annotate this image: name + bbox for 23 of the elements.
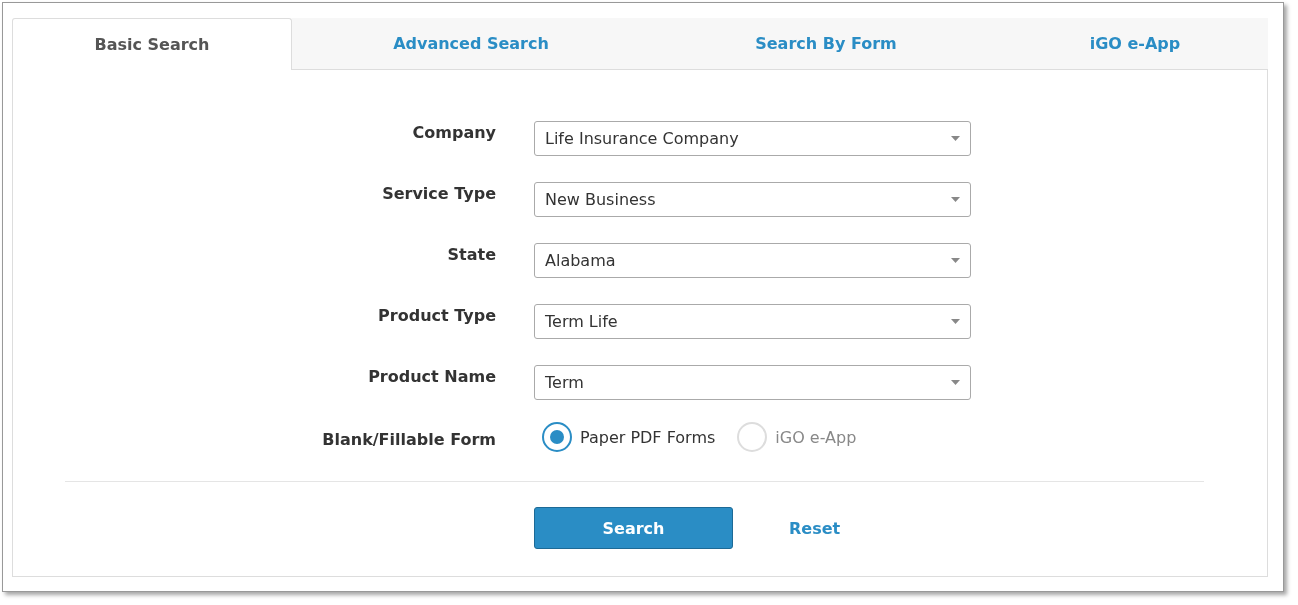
field-label: Service Type (382, 184, 496, 203)
dropdown[interactable]: Term (534, 365, 971, 400)
tab[interactable]: Basic Search (12, 18, 292, 70)
field-label: State (447, 245, 496, 264)
dropdown[interactable]: Life Insurance Company (534, 121, 971, 156)
caret-icon (951, 258, 960, 263)
radio-option[interactable]: iGO e-App (729, 422, 857, 452)
caret-icon (951, 136, 960, 141)
field-label: Product Type (378, 306, 496, 325)
dropdown[interactable]: New Business (534, 182, 971, 217)
caret-icon (951, 197, 960, 202)
caret-icon (951, 319, 960, 324)
dropdown[interactable]: Term Life (534, 304, 971, 339)
radio-option[interactable]: Paper PDF Forms (534, 422, 716, 452)
reset-link[interactable]: Reset (789, 518, 841, 538)
option-label: Paper PDF Forms (580, 427, 716, 447)
field-label: Company (412, 123, 496, 142)
option-label: iGO e-App (775, 427, 857, 447)
dropdown[interactable]: Alabama (534, 243, 971, 278)
search-button[interactable]: Search (534, 507, 733, 549)
field-label: Product Name (368, 367, 496, 386)
field-label: Blank/Fillable Form (321, 430, 496, 451)
caret-icon (951, 380, 960, 385)
